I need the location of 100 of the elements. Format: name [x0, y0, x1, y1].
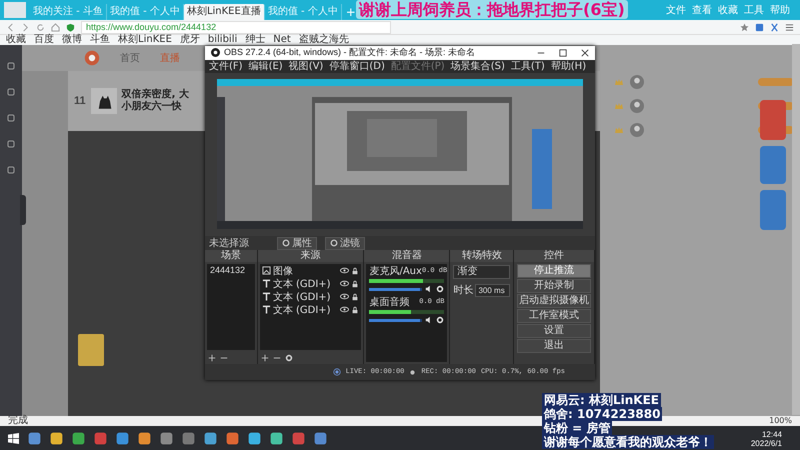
shield-icon	[66, 22, 75, 32]
zoom-level[interactable]: 100%	[769, 416, 792, 426]
bookmark-link[interactable]: 绅士	[245, 35, 266, 45]
taskbar-app-icon[interactable]	[94, 432, 107, 445]
menu-item[interactable]: 工具(T)	[510, 60, 545, 73]
home-icon[interactable]	[51, 22, 60, 32]
back-icon[interactable]	[6, 22, 15, 32]
avatar-icon	[630, 75, 644, 89]
menu-item[interactable]: 文件(F)	[209, 60, 243, 73]
site-logo-icon	[84, 50, 100, 66]
bookmark-link[interactable]: 虎牙	[180, 35, 200, 45]
image-icon	[262, 266, 271, 276]
dock-title: 转场特效	[450, 250, 514, 262]
taskbar-app-icon[interactable]	[226, 432, 239, 445]
taskbar-app-icon[interactable]	[138, 432, 151, 445]
scene-item[interactable]: 2444132	[207, 264, 255, 276]
banner-text: 谢谢上周饲养员：拖地界扛把子(6宝)	[356, 0, 628, 19]
channel-name: 桌面音频	[369, 297, 410, 308]
stat-value: 11	[74, 95, 86, 107]
dock-title: 控件	[514, 250, 594, 262]
taskbar-app-icon[interactable]	[248, 432, 261, 445]
bookmark-link[interactable]: 林刻LinKEE	[118, 35, 172, 45]
taskbar-app-icon[interactable]	[28, 432, 41, 445]
transition-dropdown[interactable]: 渐变	[453, 265, 510, 280]
bookmark-link[interactable]: 收藏	[6, 35, 26, 45]
close-icon[interactable]	[581, 48, 589, 57]
clock-time[interactable]: 12:44	[762, 430, 782, 438]
windows-start-icon[interactable]	[8, 433, 19, 444]
crown-icon	[614, 125, 624, 135]
scrollbar[interactable]	[792, 44, 800, 415]
taskbar-app-icon[interactable]	[204, 432, 217, 445]
source-toolbar-button[interactable]: 滤镜	[325, 236, 365, 250]
lock-icon[interactable]	[351, 266, 360, 275]
control-button[interactable]: 开始录制	[517, 279, 591, 294]
forward-icon[interactable]	[21, 22, 30, 32]
broadcast-icon	[332, 368, 341, 376]
channel-name: 麦克风/Aux	[369, 266, 422, 278]
dock-title: 场景	[205, 250, 257, 262]
bookmark-link[interactable]: Net	[273, 35, 291, 45]
control-button[interactable]: 工作室模式	[517, 309, 591, 324]
control-button[interactable]: 停止推流	[517, 264, 591, 278]
source-item[interactable]: 图像	[272, 264, 293, 278]
bookmark-link[interactable]: 盗贼之海先	[298, 35, 349, 45]
sidebar-icon[interactable]	[6, 61, 16, 71]
source-item[interactable]: 文本 (GDI+)	[272, 276, 331, 291]
lock-icon[interactable]	[351, 306, 360, 314]
sidebar-icon[interactable]	[6, 139, 16, 149]
dock-title: 来源	[258, 250, 364, 262]
lock-icon[interactable]	[351, 280, 360, 288]
bookmark-link[interactable]: 斗鱼	[90, 35, 110, 45]
source-item[interactable]: 文本 (GDI+)	[272, 302, 331, 317]
sidebar-icon[interactable]	[6, 113, 16, 123]
maximize-icon[interactable]	[559, 48, 567, 57]
text-icon	[262, 279, 271, 288]
taskbar-app-icon[interactable]	[292, 432, 305, 445]
bookmark-link[interactable]: 百度	[34, 35, 54, 45]
taskbar-app-icon[interactable]	[160, 432, 173, 445]
taskbar-app-icon[interactable]	[116, 432, 129, 445]
browser-tab[interactable]: 林刻LinKEE直播	[184, 4, 265, 20]
source-toolbar-button[interactable]: 属性	[277, 236, 317, 250]
menu-icon[interactable]	[785, 22, 794, 32]
bookmark-link[interactable]: bilibili	[208, 35, 238, 45]
eye-icon[interactable]	[340, 292, 350, 302]
add-icon[interactable]	[208, 354, 216, 362]
source-item[interactable]: 文本 (GDI+)	[272, 290, 331, 304]
eye-icon[interactable]	[340, 305, 350, 314]
control-button[interactable]: 退出	[517, 339, 591, 354]
menu-item[interactable]: 停靠窗口(D)	[329, 60, 385, 73]
add-icon[interactable]	[260, 354, 269, 362]
taskbar-app-icon[interactable]	[182, 432, 195, 445]
cat-avatar-icon	[90, 88, 117, 114]
address-field[interactable]: https://www.douyu.com/2444132	[81, 20, 391, 34]
taskbar-app-icon[interactable]	[72, 432, 85, 445]
duration-label: 时长	[453, 284, 474, 298]
sidebar-icon[interactable]	[6, 165, 16, 175]
room-title: 双倍亲密度, 大小朋友六一快	[122, 89, 190, 113]
rank-pill	[758, 78, 794, 86]
taskbar-app-icon[interactable]	[270, 432, 283, 445]
bookmark-link[interactable]: 微博	[62, 35, 82, 45]
taskbar-app-icon[interactable]	[314, 432, 327, 445]
record-icon	[409, 368, 416, 376]
dock-title: 混音器	[364, 250, 450, 262]
lock-icon[interactable]	[351, 292, 360, 301]
menu-item[interactable]: 编辑(E)	[248, 60, 283, 73]
control-button[interactable]: 启动虚拟摄像机	[517, 294, 591, 308]
control-button[interactable]: 设置	[517, 324, 591, 338]
taskbar-app-icon[interactable]	[50, 432, 63, 445]
sidebar-icon[interactable]	[6, 87, 16, 97]
window-title: OBS 27.2.4 (64-bit, windows) - 配置文件: 未命名 - 场景: 未命名	[224, 46, 476, 60]
selected-source-label: 未选择源	[209, 236, 250, 250]
duration-field[interactable]: 300 ms	[475, 284, 510, 297]
star-icon[interactable]	[740, 22, 749, 32]
collapse-handle[interactable]	[20, 195, 26, 225]
clock-date[interactable]: 2022/6/1	[750, 438, 782, 448]
menu-item[interactable]: 场景集合(S)	[450, 60, 505, 73]
eye-icon[interactable]	[340, 279, 350, 288]
menu-item[interactable]: 视图(V)	[288, 60, 324, 73]
menu-item[interactable]: 帮助(H)	[550, 60, 586, 73]
reload-icon[interactable]	[36, 22, 45, 32]
eye-icon[interactable]	[340, 266, 350, 276]
